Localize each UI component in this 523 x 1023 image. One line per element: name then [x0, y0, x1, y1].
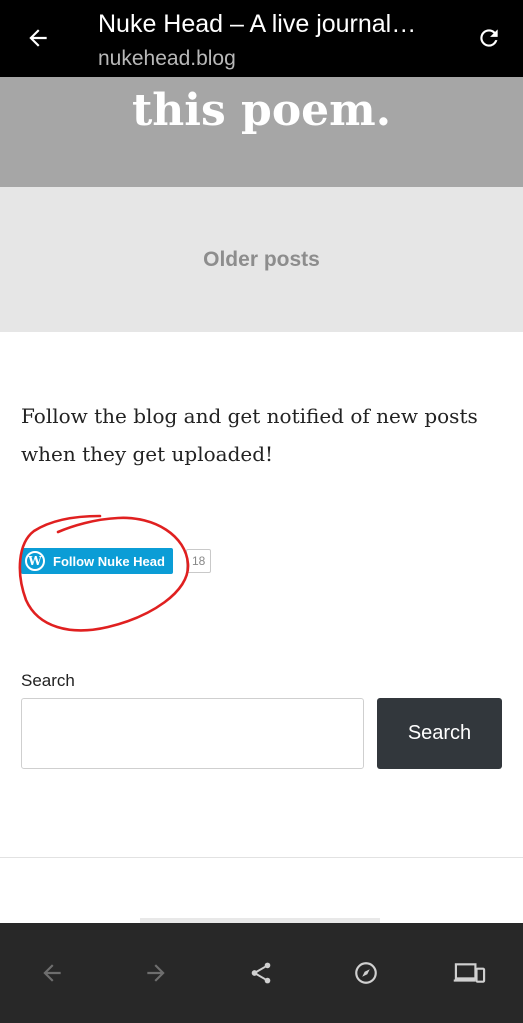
section-divider: [0, 857, 523, 858]
older-posts-panel: Older posts: [0, 187, 523, 332]
follow-button[interactable]: W Follow Nuke Head: [21, 548, 173, 574]
post-hero-title: this poem.: [131, 85, 392, 136]
compass-icon[interactable]: [346, 950, 386, 996]
forward-arrow-icon[interactable]: [136, 950, 176, 996]
page-url[interactable]: nukehead.blog: [98, 47, 236, 71]
older-posts-link[interactable]: Older posts: [203, 248, 320, 272]
search-button[interactable]: Search: [377, 698, 502, 769]
devices-icon[interactable]: [450, 950, 490, 996]
wordpress-icon: W: [25, 551, 45, 571]
search-label: Search: [21, 671, 75, 690]
back-arrow-icon[interactable]: [22, 22, 54, 54]
follower-count: 18: [186, 549, 212, 573]
browser-toolbar: Nuke Head – A live journal… nukehead.blo…: [0, 0, 523, 77]
page-title: Nuke Head – A live journal…: [98, 10, 417, 38]
post-hero[interactable]: this poem.: [0, 77, 523, 187]
follow-description: Follow the blog and get notified of new …: [21, 404, 478, 466]
follow-button-label: Follow Nuke Head: [53, 553, 165, 569]
share-icon[interactable]: [241, 950, 281, 996]
search-input[interactable]: [21, 698, 364, 769]
reload-icon[interactable]: [473, 22, 505, 54]
back-arrow-icon[interactable]: [32, 950, 72, 996]
